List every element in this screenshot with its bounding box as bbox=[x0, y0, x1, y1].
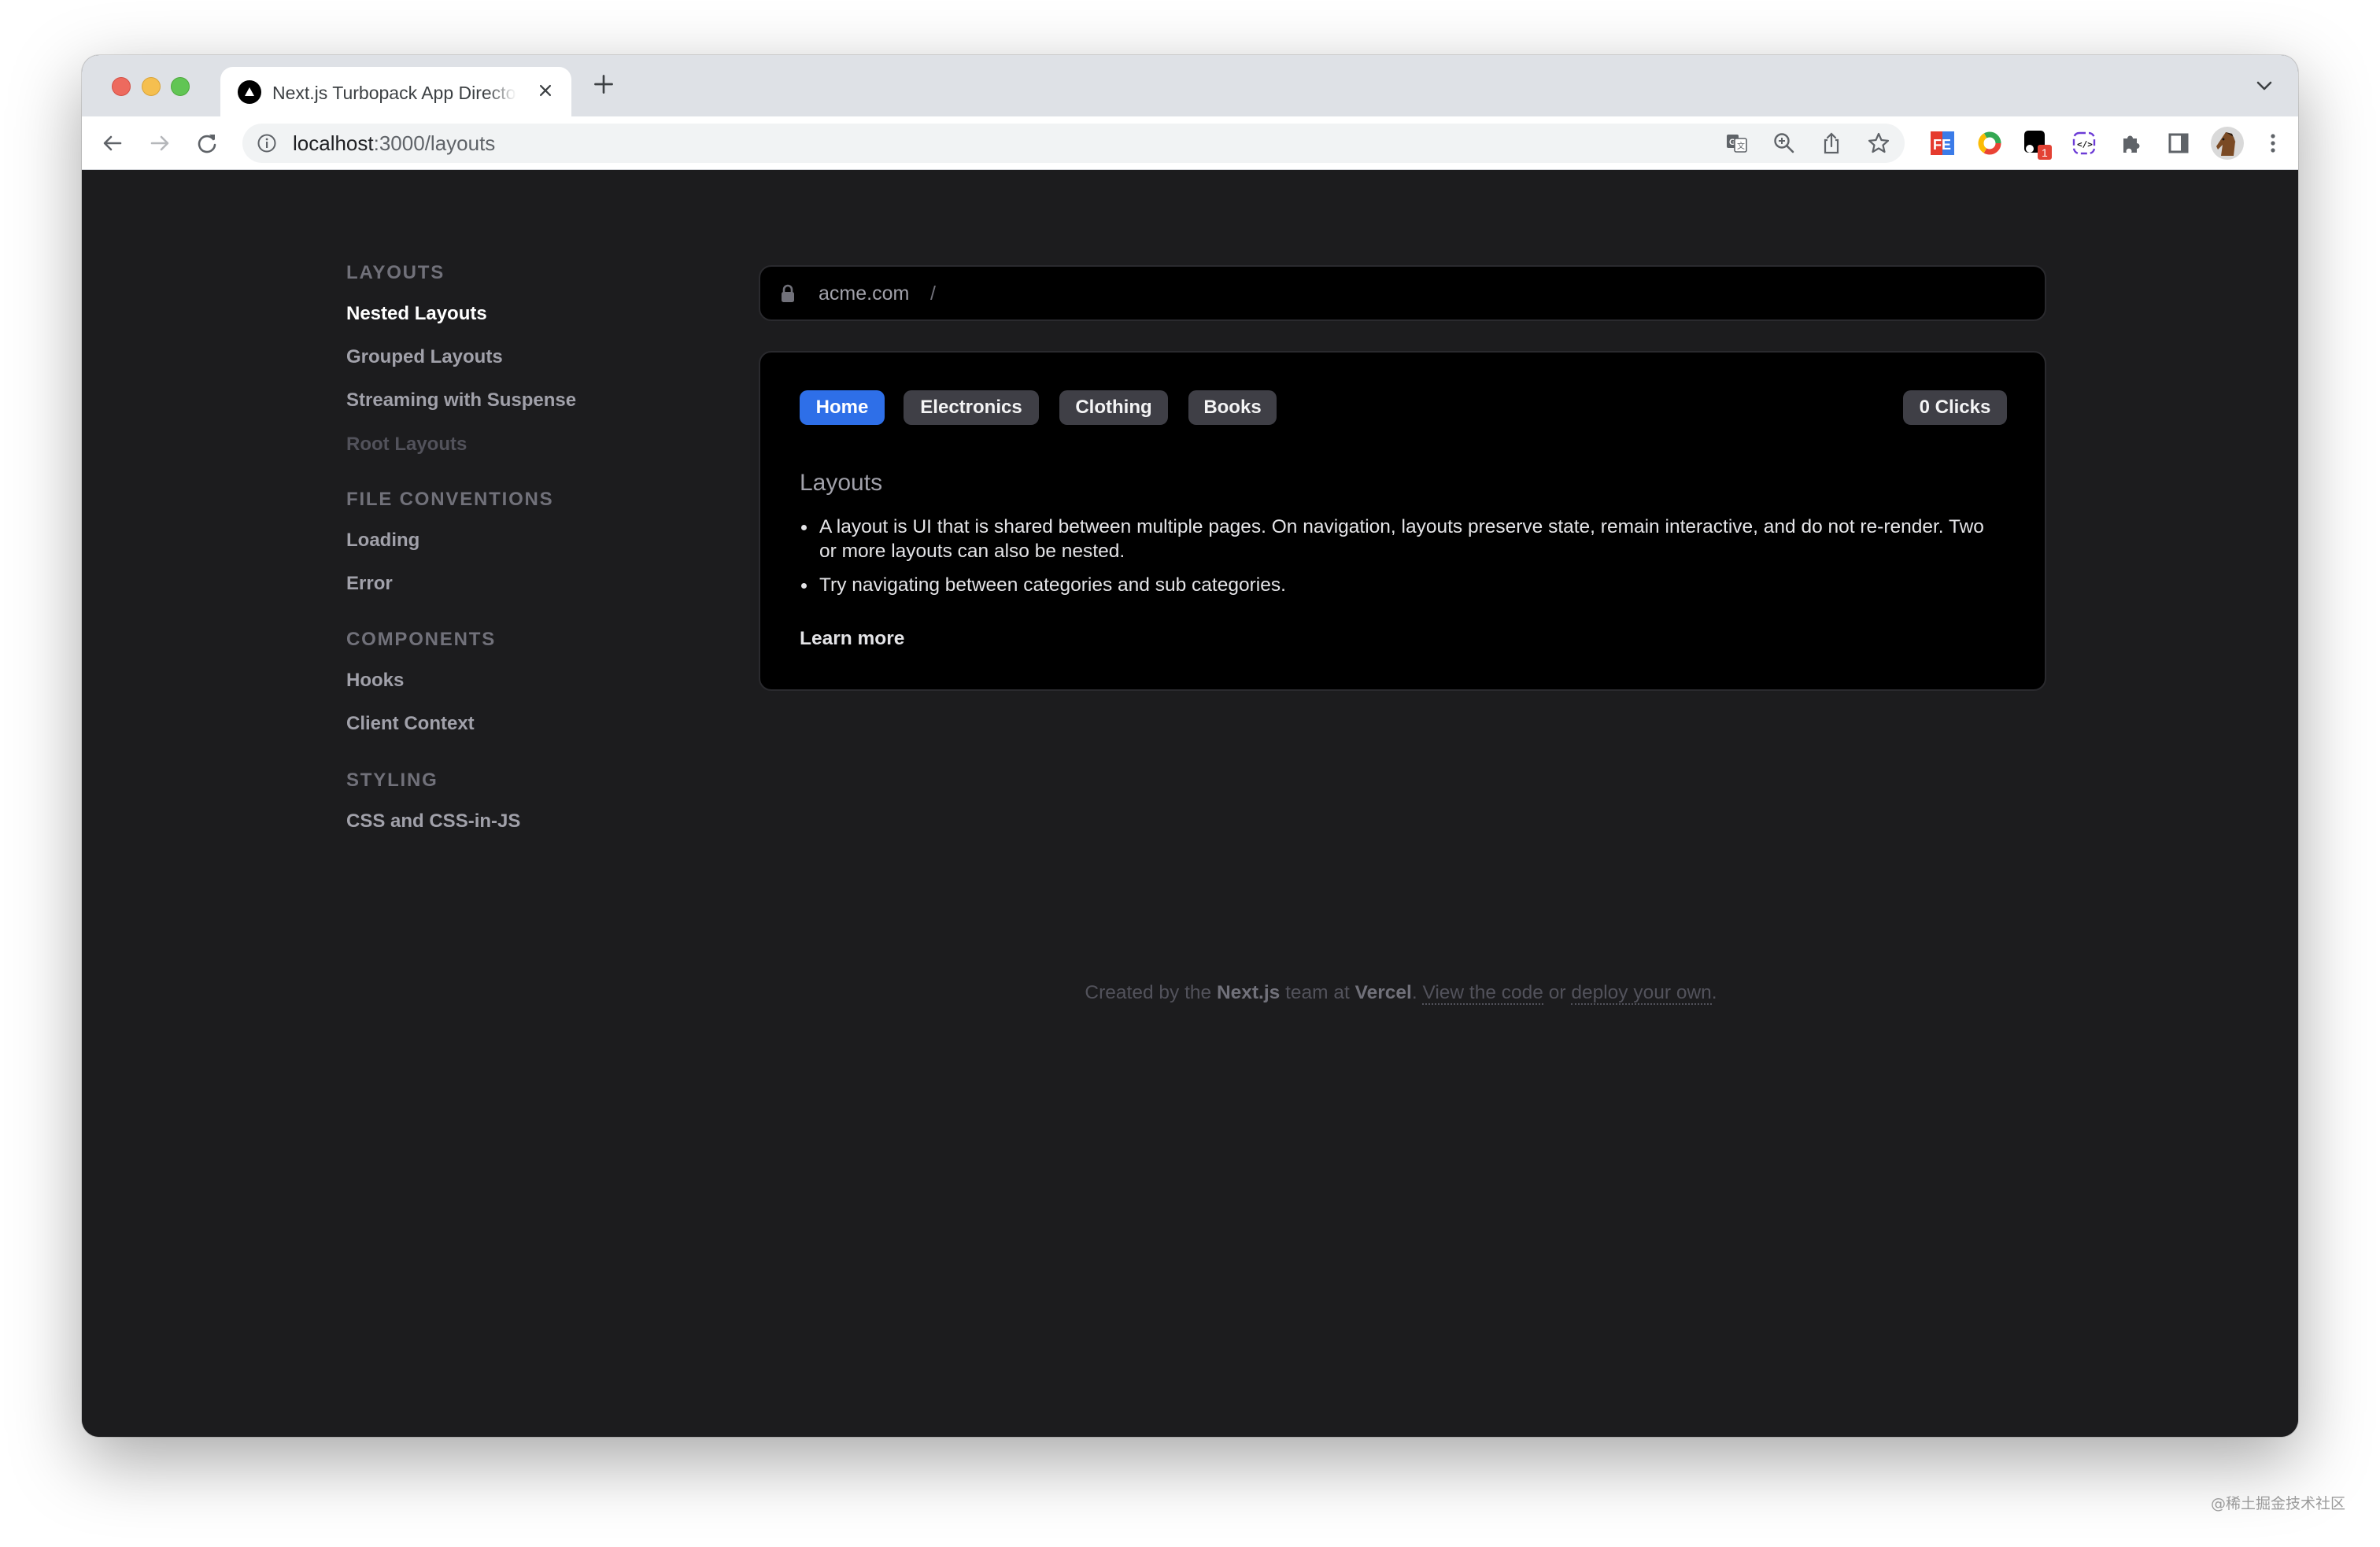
code-inspector-extension-icon[interactable]: </> bbox=[2070, 129, 2098, 157]
sidebar-section-styling: Styling bbox=[346, 770, 438, 791]
new-tab-button[interactable] bbox=[590, 72, 617, 99]
sidebar-item-loading[interactable]: Loading bbox=[346, 530, 419, 552]
watermark: @稀土掘金技术社区 bbox=[2210, 1495, 2345, 1512]
footer-brand-nextjs: Next.js bbox=[1216, 982, 1281, 1003]
more-menu-icon[interactable] bbox=[2259, 129, 2287, 157]
category-tab-clothing[interactable]: Clothing bbox=[1059, 390, 1168, 425]
zoom-window-button[interactable] bbox=[171, 77, 190, 96]
svg-text:FE: FE bbox=[1933, 137, 1951, 153]
translate-icon[interactable]: G文 bbox=[1725, 131, 1749, 155]
info-list: A layout is UI that is shared between mu… bbox=[800, 515, 1996, 607]
svg-text:</>: </> bbox=[2077, 139, 2093, 150]
lock-icon bbox=[781, 284, 795, 303]
site-info-icon[interactable] bbox=[257, 133, 277, 153]
demo-domain: acme.com bbox=[819, 282, 910, 305]
extensions-puzzle-icon[interactable] bbox=[2117, 129, 2145, 157]
browser-toolbar: localhost:3000/layouts G文 FE 1 </> bbox=[82, 116, 2298, 170]
info-list-item: Try navigating between categories and su… bbox=[800, 573, 1996, 597]
url-text[interactable]: localhost:3000/layouts bbox=[293, 131, 495, 156]
sidebar-item-root-layouts[interactable]: Root Layouts bbox=[346, 434, 467, 456]
category-tab-home[interactable]: Home bbox=[800, 390, 885, 425]
footer-end: . bbox=[1711, 982, 1717, 1003]
extension-badge-count: 1 bbox=[2042, 146, 2048, 159]
share-icon[interactable] bbox=[1820, 131, 1843, 155]
card-heading: Layouts bbox=[800, 470, 883, 496]
page-footer: Created by the Next.js team at Vercel. V… bbox=[82, 980, 2298, 1006]
badge-extension-icon[interactable]: 1 bbox=[2023, 129, 2052, 160]
bookmark-star-icon[interactable] bbox=[1867, 131, 1890, 155]
svg-text:文: 文 bbox=[1737, 141, 1745, 151]
sidebar-item-client-context[interactable]: Client Context bbox=[346, 713, 475, 735]
address-bar[interactable]: localhost:3000/layouts G文 bbox=[242, 124, 1905, 163]
browser-tab[interactable]: Next.js Turbopack App Directory Playgrou… bbox=[220, 67, 571, 116]
click-counter-button[interactable]: 0 Clicks bbox=[1903, 390, 2007, 425]
sidebar-item-hooks[interactable]: Hooks bbox=[346, 670, 404, 692]
deploy-your-own-link[interactable]: deploy your own bbox=[1571, 982, 1712, 1005]
nextjs-triangle-icon bbox=[238, 80, 261, 104]
close-window-button[interactable] bbox=[112, 77, 131, 96]
sidebar-section-components: Components bbox=[346, 629, 497, 650]
learn-more-link[interactable]: Learn more bbox=[800, 626, 904, 652]
tab-close-icon[interactable] bbox=[535, 82, 556, 102]
sidebar-section-layouts: Layouts bbox=[346, 262, 445, 283]
sidebar-item-error[interactable]: Error bbox=[346, 573, 393, 595]
sidebar-item-grouped-layouts[interactable]: Grouped Layouts bbox=[346, 346, 503, 368]
url-path: :3000/layouts bbox=[373, 131, 496, 155]
footer-brand-vercel: Vercel bbox=[1354, 982, 1412, 1003]
profile-avatar[interactable] bbox=[2210, 126, 2245, 161]
demo-path-separator: / bbox=[930, 282, 936, 305]
chrome-color-extension-icon[interactable] bbox=[1975, 129, 2004, 157]
side-panel-icon[interactable] bbox=[2164, 129, 2193, 157]
tab-strip: Next.js Turbopack App Directory Playgrou… bbox=[82, 55, 2298, 116]
url-host: localhost bbox=[293, 131, 374, 155]
footer-middle: team at bbox=[1280, 982, 1355, 1003]
sidebar-section-file-conventions: File Conventions bbox=[346, 489, 554, 510]
sidebar-item-streaming-with-suspense[interactable]: Streaming with Suspense bbox=[346, 390, 576, 412]
fe-helper-extension-icon[interactable]: FE bbox=[1928, 129, 1957, 157]
sidebar-item-nested-layouts[interactable]: Nested Layouts bbox=[346, 303, 487, 325]
footer-sep: . bbox=[1411, 982, 1423, 1003]
demo-address-bar: acme.com / bbox=[759, 265, 2046, 321]
forward-icon[interactable] bbox=[146, 130, 173, 157]
sidebar-item-css-and-css-in-js[interactable]: CSS and CSS-in-JS bbox=[346, 810, 520, 833]
category-tab-books[interactable]: Books bbox=[1188, 390, 1277, 425]
tab-title: Next.js Turbopack App Directory Playgrou… bbox=[272, 83, 516, 103]
footer-or: or bbox=[1543, 982, 1572, 1003]
reload-icon[interactable] bbox=[194, 130, 220, 157]
category-tab-electronics[interactable]: Electronics bbox=[904, 390, 1039, 425]
zoom-icon[interactable] bbox=[1772, 131, 1796, 155]
back-icon[interactable] bbox=[99, 130, 126, 157]
layout-card: Home Electronics Clothing Books 0 Clicks… bbox=[759, 351, 2046, 691]
info-list-item: A layout is UI that is shared between mu… bbox=[800, 515, 1996, 563]
chevron-down-icon[interactable] bbox=[2254, 76, 2275, 96]
page-content: Layouts Nested Layouts Grouped Layouts S… bbox=[82, 171, 2298, 1437]
browser-window: Next.js Turbopack App Directory Playgrou… bbox=[82, 55, 2298, 1437]
minimize-window-button[interactable] bbox=[142, 77, 161, 96]
view-code-link[interactable]: View the code bbox=[1422, 982, 1543, 1005]
footer-prefix: Created by the bbox=[1085, 982, 1217, 1003]
